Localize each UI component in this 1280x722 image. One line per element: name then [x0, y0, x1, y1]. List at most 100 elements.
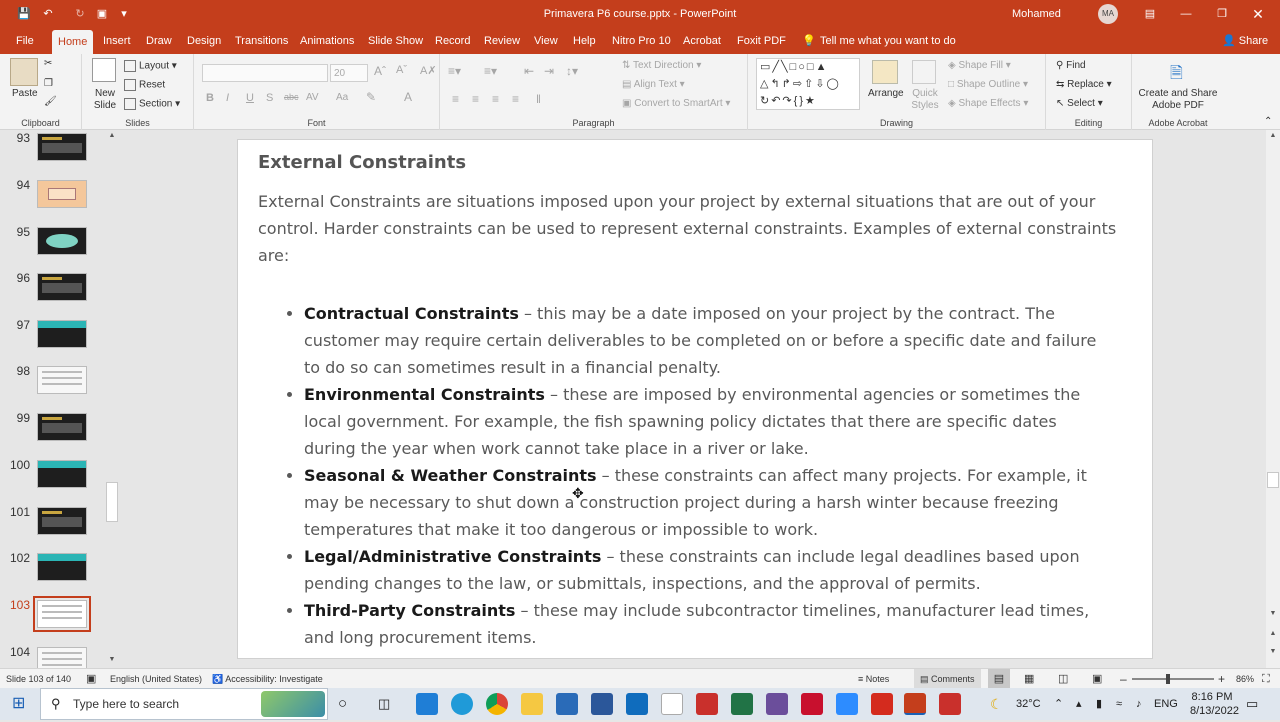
reading-view-icon[interactable]: ◫ [1058, 669, 1068, 689]
tab-home[interactable]: Home [52, 30, 94, 54]
network-icon[interactable]: ▴ [1076, 688, 1082, 720]
font-name-box[interactable] [202, 64, 328, 82]
bold-icon[interactable]: B [206, 92, 214, 104]
shape-outline-button[interactable]: □ Shape Outline ▾ [948, 79, 1028, 90]
weather-temp[interactable]: 32°C [1016, 688, 1041, 720]
line-spacing-icon[interactable]: ↕▾ [566, 64, 578, 78]
quick-styles-icon[interactable] [912, 60, 936, 84]
slide-thumbnail[interactable] [33, 596, 91, 632]
customize-toolbar-icon[interactable]: ▾ [118, 0, 130, 28]
undo-icon[interactable]: ↶ [38, 0, 58, 28]
replace-button[interactable]: ⇆ Replace ▾ [1056, 79, 1112, 90]
highlight-icon[interactable]: ✎ [366, 90, 376, 104]
tab-insert[interactable]: Insert [97, 28, 137, 54]
format-painter-icon[interactable]: 🖌 [44, 96, 57, 107]
arrange-icon[interactable] [872, 60, 898, 84]
slide-thumbnail[interactable] [37, 413, 87, 441]
scroll-down-icon[interactable]: ▼ [106, 656, 118, 666]
section-button[interactable]: Section ▾ [124, 98, 180, 110]
constraints-list[interactable]: Contractual Constraints – this may be a … [284, 300, 1104, 651]
word-icon[interactable] [591, 693, 613, 715]
decrease-indent-icon[interactable]: ⇤ [524, 64, 534, 78]
slide-thumbnail[interactable] [37, 320, 87, 348]
new-slide-button[interactable]: New Slide [90, 88, 120, 112]
current-slide[interactable]: External Constraints External Constraint… [237, 139, 1153, 659]
redo-icon[interactable]: ↻ [70, 0, 90, 28]
tab-acrobat[interactable]: Acrobat [677, 28, 727, 54]
tab-transitions[interactable]: Transitions [229, 28, 294, 54]
powerpoint-icon[interactable] [904, 693, 926, 715]
underline-icon[interactable]: U [246, 92, 254, 104]
microphone-icon[interactable]: ▮ [1096, 688, 1102, 720]
strikethrough-icon[interactable]: abc [284, 92, 299, 102]
slide-heading[interactable]: External Constraints [258, 152, 466, 173]
outlook-icon[interactable] [626, 693, 648, 715]
pdf-create-icon[interactable]: 🗎 [1170, 62, 1183, 89]
slide-thumbnail[interactable] [37, 180, 87, 208]
shape-effects-button[interactable]: ◈ Shape Effects ▾ [948, 98, 1028, 109]
slide-thumbnail[interactable] [37, 273, 87, 301]
chrome-icon[interactable] [486, 693, 508, 715]
font-color-icon[interactable]: A [404, 90, 412, 104]
clock[interactable]: 8:16 PM 8/13/2022 [1190, 690, 1239, 722]
tab-animations[interactable]: Animations [294, 28, 360, 54]
tab-view[interactable]: View [528, 28, 564, 54]
collapse-ribbon-icon[interactable]: ⌃ [1264, 116, 1272, 127]
acrobat-icon[interactable] [801, 693, 823, 715]
copy-icon[interactable]: ❐ [44, 78, 53, 89]
find-button[interactable]: ⚲ Find [1056, 60, 1086, 71]
shadow-icon[interactable]: S [266, 92, 273, 104]
excel-icon[interactable] [731, 693, 753, 715]
task-view-icon[interactable]: ◫ [378, 688, 390, 720]
select-button[interactable]: ↖ Select ▾ [1056, 98, 1103, 109]
slideshow-from-start-icon[interactable]: ▣ [92, 0, 112, 28]
slide-thumbnail[interactable] [37, 133, 87, 161]
tray-chevron-icon[interactable]: ⌃ [1054, 688, 1063, 720]
save-icon[interactable]: 💾 [14, 0, 34, 28]
layout-button[interactable]: Layout ▾ [124, 60, 177, 72]
create-share-pdf-button[interactable]: Create and Share Adobe PDF [1136, 88, 1220, 112]
tab-design[interactable]: Design [181, 28, 227, 54]
notifications-icon[interactable]: ▭ [1246, 688, 1258, 720]
scroll-up-icon[interactable]: ▲ [106, 132, 118, 142]
notes-button[interactable]: ≡ Notes [858, 669, 889, 689]
next-slide-icon[interactable]: ▼ [1267, 648, 1279, 658]
align-center-icon[interactable]: ≡ [472, 92, 479, 106]
zoom-slider-thumb[interactable] [1166, 674, 1170, 684]
align-left-icon[interactable]: ≡ [452, 92, 459, 106]
clear-format-icon[interactable]: A✗ [420, 64, 437, 77]
tab-review[interactable]: Review [478, 28, 526, 54]
char-spacing-icon[interactable]: AV [306, 92, 319, 103]
tab-file[interactable]: File [10, 28, 40, 54]
weather-icon[interactable]: ☾ [990, 688, 1003, 720]
thumbnail-scrollbar[interactable]: ▲ ▼ [106, 132, 118, 666]
shrink-font-icon[interactable]: Aˇ [396, 64, 407, 76]
p6-alt-icon[interactable] [939, 693, 961, 715]
new-slide-icon[interactable] [92, 58, 116, 82]
volume-icon[interactable]: ♪ [1136, 688, 1142, 720]
comments-button[interactable]: ▤ Comments [914, 669, 981, 689]
input-language[interactable]: ENG [1154, 688, 1178, 720]
design-app-icon[interactable] [766, 693, 788, 715]
edge-icon[interactable] [451, 693, 473, 715]
tab-slide-show[interactable]: Slide Show [362, 28, 429, 54]
increase-indent-icon[interactable]: ⇥ [544, 64, 554, 78]
slide-thumbnail[interactable] [37, 507, 87, 535]
avatar[interactable]: MA [1098, 4, 1118, 24]
arrange-button[interactable]: Arrange [868, 88, 904, 99]
shapes-gallery[interactable]: ▭╱╲□○□▲ △↰↱⇨⇧⇩◯ ↻↶↷{}★ [756, 58, 860, 110]
language-indicator[interactable]: English (United States) [110, 669, 202, 689]
reset-button[interactable]: Reset [124, 79, 165, 91]
slide-thumbnail[interactable] [37, 366, 87, 394]
grow-font-icon[interactable]: Aˆ [374, 64, 386, 78]
file-explorer-icon[interactable] [521, 693, 543, 715]
spellcheck-icon[interactable]: ▣ [86, 669, 96, 689]
align-right-icon[interactable]: ≡ [492, 92, 499, 106]
cortana-icon[interactable]: ○ [338, 688, 347, 720]
zoom-level[interactable]: 86% [1236, 669, 1254, 689]
store-icon[interactable] [556, 693, 578, 715]
minimize-icon[interactable]: — [1176, 0, 1196, 28]
notepad-icon[interactable] [661, 693, 683, 715]
tab-nitro[interactable]: Nitro Pro 10 [606, 28, 677, 54]
font-size-box[interactable]: 20 [330, 64, 368, 82]
